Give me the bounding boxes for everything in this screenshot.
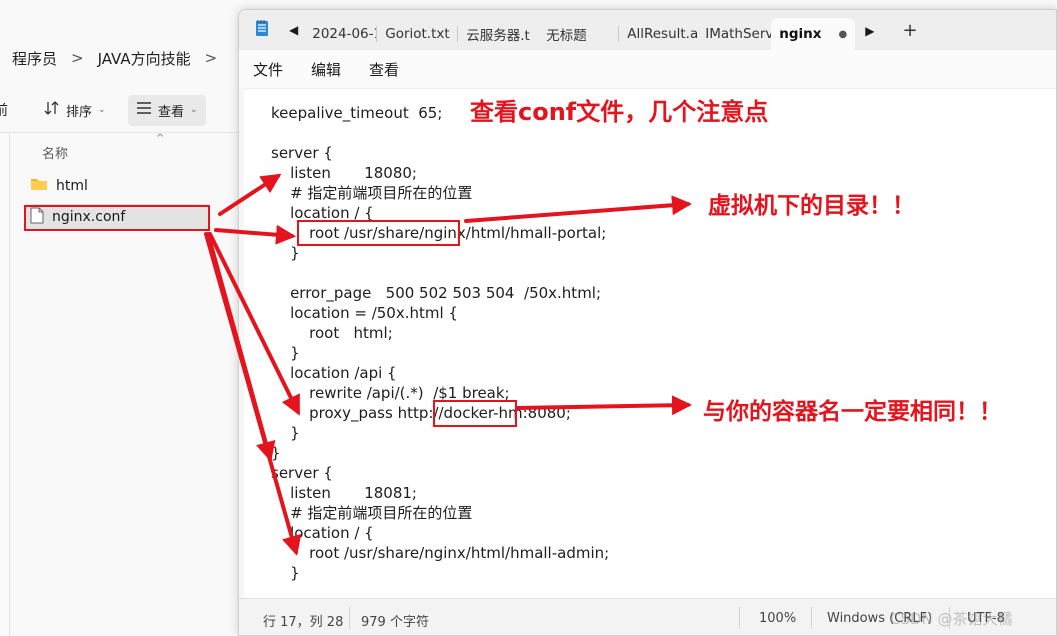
code-line: proxy_pass http://docker-hm:8080; [271,404,571,422]
tab-item[interactable]: 云服务器.t [458,18,538,50]
code-line: location / { [271,524,374,542]
toolbar-clipped-item[interactable]: 前 [0,100,8,120]
breadcrumb-separator: > [71,49,84,67]
notepad-app-icon [255,19,269,41]
tab-bar: ◀ 2024-06-1 Goriot.txt 云服务器.t 无标题 AllRes… [239,10,1056,50]
tab-item[interactable]: AllResult.a [619,18,697,50]
scroll-tabs-right-icon[interactable]: ▶ [865,24,874,38]
file-row-html[interactable]: html [26,173,208,199]
code-line: } [271,344,300,362]
breadcrumb-separator: > [204,49,218,67]
view-button[interactable]: 查看 ⌄ [128,94,206,126]
code-line: server { [271,464,333,482]
code-line: root /usr/share/nginx/html/hmall-admin; [271,544,610,562]
status-cursor-position: 行 17，列 28 [263,615,344,630]
tab-active-nginx[interactable]: nginx ● [771,18,856,50]
code-line: } [271,444,281,462]
tab-item[interactable]: 2024-06-1 [304,18,376,50]
sort-button[interactable]: 排序 ⌄ [36,94,114,126]
view-label: 查看 [158,104,185,120]
tab-item[interactable]: Goriot.txt [377,18,457,50]
list-view-icon [136,101,152,119]
code-line: listen 18080; [271,164,417,182]
breadcrumb-item-java[interactable]: JAVA方向技能 [98,48,191,69]
code-line: } [271,564,300,582]
chevron-down-icon: ⌄ [98,105,106,115]
folder-icon [30,177,48,195]
tab-label: nginx [779,26,822,42]
menu-bar: 文件 编辑 查看 [239,50,1056,88]
chevron-down-icon: ⌄ [190,105,198,115]
highlight-box-container-name [433,400,517,427]
annotation-directory-note: 虚拟机下的目录！！ [708,193,915,219]
tab-item[interactable]: 无标题 [538,18,618,50]
menu-edit[interactable]: 编辑 [297,59,355,80]
code-line: listen 18081; [271,484,417,502]
navigation-pane-edge [0,133,10,636]
sort-icon [44,100,60,120]
status-separator [349,607,350,629]
unsaved-dot-icon[interactable]: ● [839,29,848,40]
code-line: location = /50x.html { [271,304,458,322]
status-char-count: 979 个字符 [361,615,429,630]
status-zoom[interactable]: 100% [759,611,796,626]
column-header-name[interactable]: 名称 [42,143,68,162]
annotation-container-note: 与你的容器名一定要相同！！ [703,399,1002,425]
breadcrumb: 程序员 > JAVA方向技能 > [0,38,240,78]
tab-item[interactable]: IMathServi [697,18,771,50]
highlight-box-nginx-conf [24,205,210,231]
highlight-box-root-path [297,220,460,246]
code-line: # 指定前端项目所在的位置 [271,504,473,522]
status-separator [811,607,812,629]
code-line: location /api { [271,364,397,382]
code-line: } [271,244,300,262]
editor-gutter [239,88,244,598]
toolbar-divider [0,132,240,133]
sort-label: 排序 [66,104,93,120]
status-separator [739,607,740,629]
menu-file[interactable]: 文件 [239,59,297,80]
file-name: html [56,178,88,194]
code-line: root html; [271,324,393,342]
new-tab-button[interactable]: + [902,20,917,41]
code-line: } [271,424,300,442]
code-line: # 指定前端项目所在的位置 [271,184,473,202]
sort-ascending-icon: ^ [156,133,165,144]
code-line: keepalive_timeout 65; [271,104,443,122]
breadcrumb-item-programmer[interactable]: 程序员 [12,48,57,69]
code-line: error_page 500 502 503 504 /50x.html; [271,284,602,302]
menu-view[interactable]: 查看 [355,59,413,80]
scroll-tabs-left-icon[interactable]: ◀ [289,23,298,37]
explorer-toolbar: 前 排序 ⌄ 查看 ⌄ [0,88,240,132]
code-line: server { [271,144,333,162]
watermark: CSDN @茶馆大橘 [890,610,1013,628]
annotation-title: 查看conf文件，几个注意点 [470,98,769,126]
